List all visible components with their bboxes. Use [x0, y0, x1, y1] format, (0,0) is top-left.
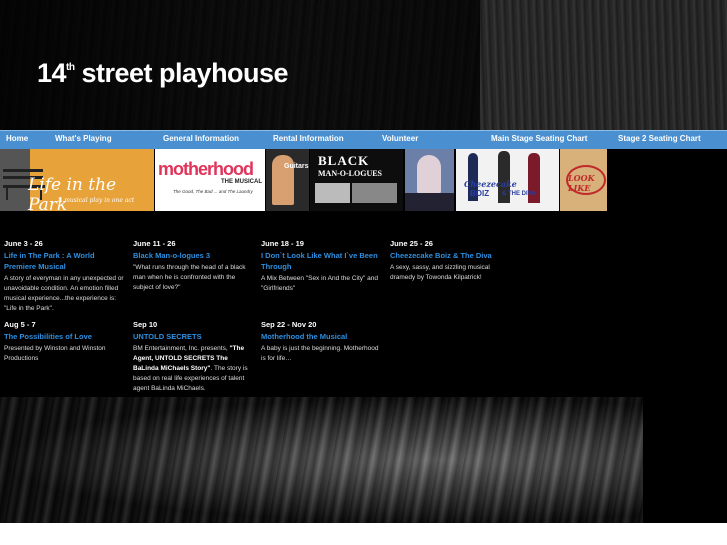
poster-title: Cheezecake: [464, 179, 517, 189]
motherhood-poster[interactable]: motherhood THE MUSICAL The Good, The Bad…: [155, 149, 265, 211]
main-nav: Home What's Playing General Information …: [0, 130, 727, 150]
poster-title: Guitars: [284, 163, 309, 170]
event-title-link[interactable]: Cheezecake Boiz & The Diva: [390, 250, 502, 261]
event-title-link[interactable]: Black Man-o-logues 3: [133, 250, 255, 261]
poster-subtitle: MAN-O-LOGUES: [318, 169, 382, 178]
poster-title: Life in the Park: [28, 175, 117, 211]
black-man-o-logues-poster[interactable]: BLACK MAN-O-LOGUES: [310, 149, 403, 211]
cheezecake-boiz-poster[interactable]: Cheezecake BOIZ & THE DIVA: [456, 149, 559, 211]
nav-general-information[interactable]: General Information: [163, 134, 239, 143]
event-item: June 25 - 26 Cheezecake Boiz & The Diva …: [390, 239, 502, 283]
event-description: "What runs through the head of a black m…: [133, 264, 246, 291]
event-description-pre: BM Entertainment, Inc. presents,: [133, 345, 230, 352]
event-date: June 11 - 26: [133, 239, 176, 248]
event-title-link[interactable]: Motherhood the Musical: [261, 331, 383, 342]
event-description: A baby is just the beginning. Motherhood…: [261, 345, 379, 362]
poster-title: LOOK LIKE: [568, 173, 595, 193]
event-item: June 11 - 26 Black Man-o-logues 3 "What …: [133, 239, 255, 293]
footer-right-panel: [643, 397, 727, 523]
nav-home[interactable]: Home: [6, 134, 28, 143]
event-date: Sep 10: [133, 320, 158, 329]
poster-title: motherhood: [158, 159, 254, 179]
site-logo[interactable]: 14th street playhouse: [37, 58, 289, 89]
event-item: Sep 22 - Nov 20 Motherhood the Musical A…: [261, 320, 383, 364]
event-description: A Mix Between "Sex in And the City" and …: [261, 275, 378, 292]
event-description: A sexy, sassy, and sizzling musical dram…: [390, 264, 490, 281]
nav-main-stage-seating-chart[interactable]: Main Stage Seating Chart: [491, 134, 587, 143]
life-in-the-park-poster[interactable]: Life in the Park A musical play in one a…: [0, 149, 154, 211]
show-posters-strip: Life in the Park A musical play in one a…: [0, 149, 727, 211]
poster-subtitle: THE MUSICAL: [221, 179, 262, 185]
poster-tagline: The Good, The Bad ... and The Laundry: [173, 189, 253, 194]
nav-volunteer[interactable]: Volunteer: [382, 134, 418, 143]
nav-whats-playing[interactable]: What's Playing: [55, 134, 112, 143]
event-title-link[interactable]: UNTOLD SECRETS: [133, 331, 255, 342]
event-description: BM Entertainment, Inc. presents, "The Ag…: [133, 344, 255, 394]
event-date: June 3 - 26: [4, 239, 43, 248]
poster-title: BLACK: [318, 153, 370, 168]
event-title-link[interactable]: I Don`t Look Like What I`ve Been Through: [261, 250, 383, 272]
logo-superscript: th: [66, 62, 75, 73]
logo-text: street playhouse: [74, 58, 289, 88]
look-like-poster[interactable]: LOOK LIKE: [560, 149, 607, 211]
header-banner: 14th street playhouse: [0, 0, 727, 130]
event-item: Sep 10 UNTOLD SECRETS BM Entertainment, …: [133, 320, 255, 394]
event-date: June 18 - 19: [261, 239, 304, 248]
event-title-link[interactable]: Life in The Park : A World Premiere Musi…: [4, 250, 126, 272]
i-dont-look-like-poster[interactable]: [405, 149, 454, 211]
poster-subtitle: A musical play in one act: [58, 197, 135, 204]
nav-stage-2-seating-chart[interactable]: Stage 2 Seating Chart: [618, 134, 701, 143]
event-description: Presented by Winston and Winston Product…: [4, 345, 106, 362]
footer-shading: [0, 397, 727, 523]
event-date: Aug 5 - 7: [4, 320, 36, 329]
poster-tagline: & THE DIVA: [502, 191, 536, 197]
events-listing: June 3 - 26 Life in The Park : A World P…: [0, 211, 727, 397]
poster-subtitle: BOIZ: [470, 189, 490, 198]
event-item: June 3 - 26 Life in The Park : A World P…: [4, 239, 126, 314]
guitars-poster[interactable]: Guitars: [266, 149, 309, 211]
event-date: Sep 22 - Nov 20: [261, 320, 317, 329]
event-date: June 25 - 26: [390, 239, 433, 248]
event-title-link[interactable]: The Possibilities of Love: [4, 331, 126, 342]
event-description: A story of everyman in any unexpected or…: [4, 275, 124, 312]
event-item: Aug 5 - 7 The Possibilities of Love Pres…: [4, 320, 126, 364]
nav-rental-information[interactable]: Rental Information: [273, 134, 344, 143]
event-item: June 18 - 19 I Don`t Look Like What I`ve…: [261, 239, 383, 294]
logo-number: 14: [37, 58, 67, 88]
footer-image: [0, 397, 727, 523]
